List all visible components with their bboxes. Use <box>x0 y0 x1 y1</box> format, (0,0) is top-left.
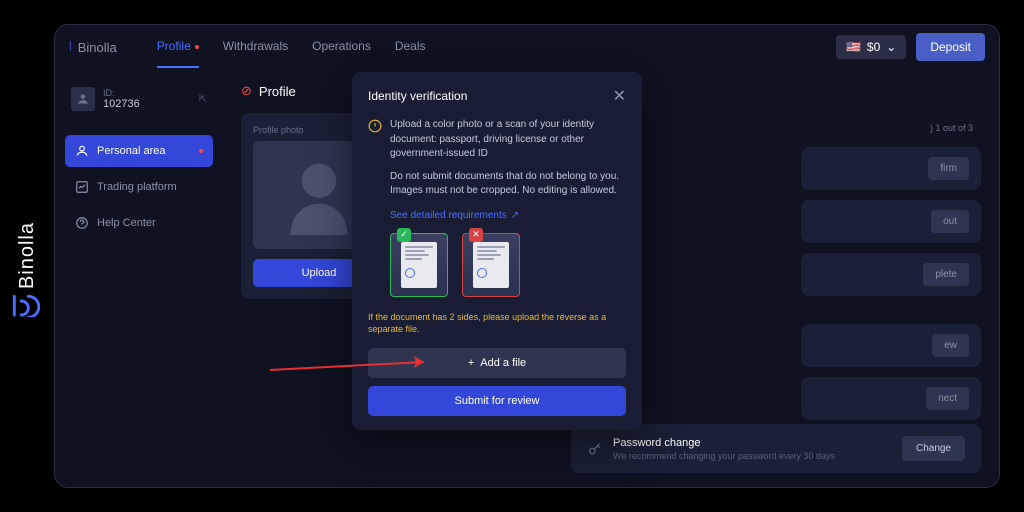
balance-selector[interactable]: 🇺🇸 $0 ⌄ <box>836 35 906 59</box>
key-icon <box>587 441 603 457</box>
stub-button[interactable]: out <box>931 210 969 233</box>
warning-block: Upload a color photo or a scan of your i… <box>368 118 626 162</box>
identity-verification-modal: Identity verification ✕ Upload a color p… <box>352 72 642 430</box>
notification-dot <box>195 45 199 49</box>
card-stub: firm <box>801 147 981 190</box>
alert-icon: ⊘ <box>241 83 252 99</box>
topbar: ⦚ Binolla Profile Withdrawals Operations… <box>55 25 999 69</box>
bad-example: ✕ <box>462 233 520 297</box>
nav-deals[interactable]: Deals <box>395 26 426 68</box>
sidebar-personal-area[interactable]: Personal area <box>65 135 213 167</box>
external-link-icon: ↗ <box>511 210 519 221</box>
document-examples: ✓ ✕ <box>390 233 626 297</box>
flag-icon: 🇺🇸 <box>846 40 861 54</box>
step-indicator: ) 1 out of 3 <box>801 119 981 137</box>
x-icon: ✕ <box>469 228 483 242</box>
app-logo: ⦚ Binolla <box>69 39 117 55</box>
nav-profile[interactable]: Profile <box>157 26 199 68</box>
card-stub: nect <box>801 377 981 420</box>
instruction-text-2: Do not submit documents that do not belo… <box>390 170 626 199</box>
user-icon <box>71 87 95 111</box>
change-password-button[interactable]: Change <box>902 436 965 461</box>
submit-for-review-button[interactable]: Submit for review <box>368 386 626 416</box>
brand-sidebar: Binolla <box>0 0 54 512</box>
password-change-card: Password change We recommend changing yo… <box>571 424 981 473</box>
modal-header: Identity verification ✕ <box>368 86 626 106</box>
top-nav: Profile Withdrawals Operations Deals <box>157 26 836 68</box>
modal-title: Identity verification <box>368 89 467 103</box>
logo-icon: ⦚ <box>69 39 72 55</box>
user-id-block[interactable]: ID: 102736 ⇱ <box>65 81 213 117</box>
card-stub: out <box>801 200 981 243</box>
nav-withdrawals[interactable]: Withdrawals <box>223 26 288 68</box>
chart-icon <box>75 180 89 194</box>
person-icon <box>75 144 89 158</box>
id-label: ID: <box>103 88 140 98</box>
password-title: Password change <box>613 437 892 449</box>
card-stub: ew <box>801 324 981 367</box>
plus-icon: + <box>468 357 474 369</box>
brand-logo-icon <box>12 294 40 317</box>
balance-amount: $0 <box>867 40 880 54</box>
chevron-down-icon: ⌄ <box>886 40 896 54</box>
expand-icon: ⇱ <box>199 94 207 105</box>
help-icon <box>75 216 89 230</box>
right-column: ) 1 out of 3 firm out plete ew nect <box>801 119 981 420</box>
brand-text: Binolla <box>16 222 39 289</box>
stub-button[interactable]: ew <box>932 334 969 357</box>
card-stub: plete <box>801 253 981 296</box>
sidebar-item-label: Personal area <box>97 145 166 157</box>
password-subtitle: We recommend changing your password ever… <box>613 451 892 461</box>
deposit-button[interactable]: Deposit <box>916 33 985 61</box>
sidebar-nav: Personal area Trading platform Help Cent… <box>65 135 213 239</box>
instruction-text-1: Upload a color photo or a scan of your i… <box>390 118 626 162</box>
add-file-button[interactable]: +Add a file <box>368 348 626 378</box>
nav-operations[interactable]: Operations <box>312 26 371 68</box>
stub-button[interactable]: plete <box>923 263 969 286</box>
logo-text: Binolla <box>78 40 117 55</box>
sidebar-help-center[interactable]: Help Center <box>65 207 213 239</box>
sidebar-item-label: Help Center <box>97 217 156 229</box>
close-icon[interactable]: ✕ <box>613 86 626 106</box>
good-example: ✓ <box>390 233 448 297</box>
warning-icon <box>368 119 382 133</box>
sidebar-trading-platform[interactable]: Trading platform <box>65 171 213 203</box>
stub-button[interactable]: firm <box>928 157 969 180</box>
sidebar: ID: 102736 ⇱ Personal area Trading platf… <box>55 69 223 487</box>
stub-button[interactable]: nect <box>926 387 969 410</box>
notification-dot <box>199 149 203 153</box>
sidebar-item-label: Trading platform <box>97 181 177 193</box>
id-value: 102736 <box>103 98 140 110</box>
profile-title: Profile <box>259 84 296 99</box>
check-icon: ✓ <box>397 228 411 242</box>
two-sides-note: If the document has 2 sides, please uplo… <box>368 311 626 336</box>
requirements-link[interactable]: See detailed requirements ↗ <box>390 210 519 221</box>
